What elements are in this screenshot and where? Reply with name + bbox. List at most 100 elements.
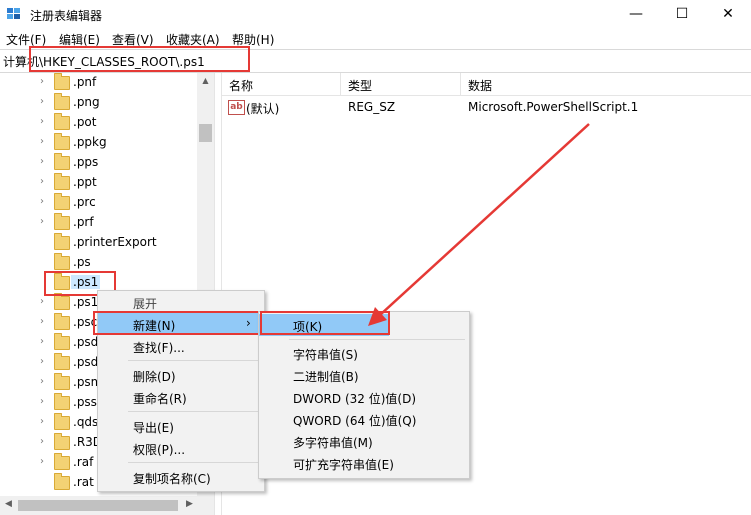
- folder-icon: [54, 213, 70, 230]
- chevron-right-icon[interactable]: ›: [40, 416, 44, 427]
- horizontal-scroll-thumb[interactable]: [18, 500, 178, 511]
- folder-icon: [54, 113, 70, 130]
- tree-item-label: .printerExport: [73, 235, 157, 249]
- tree-item-label: .pnf: [73, 75, 97, 89]
- tree-item[interactable]: › .ppt: [0, 173, 196, 193]
- submenu-item-multi-string-value[interactable]: 多字符串值(M): [293, 434, 373, 451]
- tree-item-label: .ppt: [73, 175, 97, 189]
- folder-icon: [54, 353, 70, 370]
- chevron-right-icon[interactable]: ›: [40, 376, 44, 387]
- chevron-right-icon[interactable]: ›: [40, 196, 44, 207]
- folder-icon: [54, 253, 70, 270]
- value-row[interactable]: ab (默认) REG_SZ Microsoft.PowerShellScrip…: [221, 97, 751, 117]
- tree-scroll-thumb[interactable]: [199, 124, 212, 142]
- submenu-item-binary-value[interactable]: 二进制值(B): [293, 368, 359, 385]
- folder-icon: [54, 93, 70, 110]
- column-separator[interactable]: [340, 73, 341, 95]
- chevron-right-icon[interactable]: ›: [40, 396, 44, 407]
- folder-icon: [54, 133, 70, 150]
- new-submenu: 项(K) 字符串值(S) 二进制值(B) DWORD (32 位)值(D) QW…: [258, 311, 470, 479]
- tree-item[interactable]: › .png: [0, 93, 196, 113]
- menu-separator: [128, 462, 258, 463]
- tree-item-label: .pot: [73, 115, 97, 129]
- column-header-data[interactable]: 数据: [468, 77, 492, 94]
- menu-item-permissions[interactable]: 权限(P)...: [133, 441, 185, 458]
- scroll-right-arrow-icon[interactable]: ▶: [186, 499, 193, 509]
- tree-item[interactable]: › .pot: [0, 113, 196, 133]
- chevron-right-icon[interactable]: ›: [40, 156, 44, 167]
- chevron-right-icon[interactable]: ›: [40, 176, 44, 187]
- tree-item[interactable]: › .prc: [0, 193, 196, 213]
- chevron-right-icon[interactable]: ›: [40, 296, 44, 307]
- folder-icon: [54, 173, 70, 190]
- regedit-app-icon: [6, 6, 22, 22]
- folder-icon: [54, 393, 70, 410]
- scroll-left-arrow-icon[interactable]: ◀: [5, 499, 12, 509]
- maximize-button[interactable]: ☐: [659, 0, 705, 28]
- folder-icon: [54, 373, 70, 390]
- column-separator[interactable]: [460, 73, 461, 95]
- tree-item-label: .psd: [73, 335, 99, 349]
- tree-item[interactable]: .ps: [0, 253, 196, 273]
- scroll-up-arrow-icon[interactable]: ▲: [197, 73, 214, 88]
- submenu-item-dword-value[interactable]: DWORD (32 位)值(D): [293, 390, 416, 407]
- folder-icon: [54, 333, 70, 350]
- value-type: REG_SZ: [348, 100, 396, 114]
- menu-item-find[interactable]: 查找(F)...: [133, 339, 185, 356]
- address-annotation-box: [29, 46, 250, 72]
- tree-item-label: .qds: [73, 415, 99, 429]
- tree-item[interactable]: › .pps: [0, 153, 196, 173]
- value-name: (默认): [246, 102, 280, 116]
- chevron-right-icon[interactable]: ›: [40, 336, 44, 347]
- tree-item-label: .pps: [73, 155, 99, 169]
- menu-separator: [128, 411, 258, 412]
- chevron-right-icon[interactable]: ›: [40, 356, 44, 367]
- value-data: Microsoft.PowerShellScript.1: [468, 100, 639, 114]
- tree-item-label: .pss: [73, 395, 97, 409]
- tree-item-label: .ps1: [73, 295, 99, 309]
- minimize-button[interactable]: —: [613, 0, 659, 28]
- folder-icon: [54, 293, 70, 310]
- submenu-item-qword-value[interactable]: QWORD (64 位)值(Q): [293, 412, 416, 429]
- tree-item-label: .psd: [73, 355, 99, 369]
- tree-item[interactable]: .printerExport: [0, 233, 196, 253]
- folder-icon: [54, 73, 70, 90]
- folder-icon: [54, 313, 70, 330]
- menu-item-export[interactable]: 导出(E): [133, 419, 174, 436]
- menu-item-expand[interactable]: 展开: [133, 295, 157, 312]
- tree-item-label: .ps: [73, 255, 91, 269]
- chevron-right-icon[interactable]: ›: [40, 136, 44, 147]
- chevron-right-icon[interactable]: ›: [40, 76, 44, 87]
- chevron-right-icon[interactable]: ›: [40, 116, 44, 127]
- folder-icon: [54, 433, 70, 450]
- submenu-item-expandable-string-value[interactable]: 可扩充字符串值(E): [293, 456, 394, 473]
- close-button[interactable]: ✕: [705, 0, 751, 28]
- string-value-icon: ab: [228, 100, 245, 115]
- maximize-icon: ☐: [675, 6, 689, 22]
- tree-item-label: .raf: [73, 455, 94, 469]
- key-item-annotation-box: [260, 311, 390, 335]
- tree-item[interactable]: › .pnf: [0, 73, 196, 93]
- chevron-right-icon[interactable]: ›: [40, 456, 44, 467]
- folder-icon: [54, 233, 70, 250]
- chevron-right-icon[interactable]: ›: [40, 216, 44, 227]
- tree-item-label: .prf: [73, 215, 94, 229]
- folder-icon: [54, 413, 70, 430]
- chevron-right-icon[interactable]: ›: [40, 436, 44, 447]
- tree-item[interactable]: › .ppkg: [0, 133, 196, 153]
- menu-item-rename[interactable]: 重命名(R): [133, 390, 187, 407]
- submenu-item-string-value[interactable]: 字符串值(S): [293, 346, 358, 363]
- close-icon: ✕: [722, 6, 734, 22]
- list-header: 名称 类型 数据: [221, 73, 751, 96]
- column-header-name[interactable]: 名称: [229, 77, 253, 94]
- tree-item[interactable]: › .prf: [0, 213, 196, 233]
- minimize-icon: —: [629, 6, 643, 22]
- menu-item-delete[interactable]: 删除(D): [133, 368, 176, 385]
- folder-icon: [54, 453, 70, 470]
- tree-item-label: .prc: [73, 195, 96, 209]
- column-header-type[interactable]: 类型: [348, 77, 372, 94]
- chevron-right-icon[interactable]: ›: [40, 316, 44, 327]
- chevron-right-icon[interactable]: ›: [40, 96, 44, 107]
- menu-separator: [289, 339, 465, 340]
- menu-item-copy-key-name[interactable]: 复制项名称(C): [133, 470, 211, 487]
